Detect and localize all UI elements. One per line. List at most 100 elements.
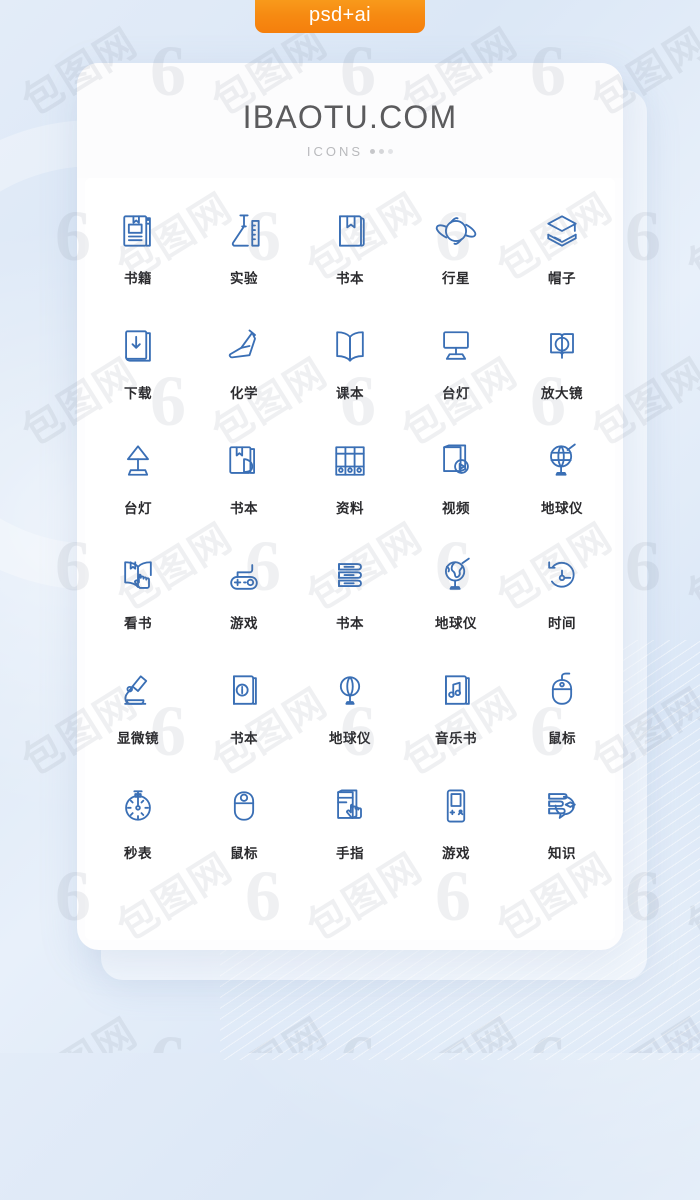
icon-label: 知识 (548, 846, 576, 861)
icon-cell[interactable]: 书本 (191, 430, 297, 545)
format-badge: psd+ai (255, 0, 425, 33)
icon-label: 时间 (548, 616, 576, 631)
stacked-books-icon[interactable] (327, 553, 373, 599)
icon-cell[interactable]: 知识 (509, 775, 615, 890)
icon-label: 台灯 (124, 501, 152, 516)
mouse-scroll-icon[interactable] (539, 668, 585, 714)
icon-label: 视频 (442, 501, 470, 516)
monitor-lamp-icon[interactable] (433, 323, 479, 369)
info-book-icon[interactable] (221, 668, 267, 714)
format-badge-label: psd+ai (309, 4, 371, 26)
stopwatch-icon[interactable] (115, 783, 161, 829)
icon-cell[interactable]: 书籍 (85, 200, 191, 315)
icon-cell[interactable]: 书本 (191, 660, 297, 775)
icon-label: 鼠标 (230, 846, 258, 861)
download-book-icon[interactable] (115, 323, 161, 369)
icon-label: 化学 (230, 386, 258, 401)
magnifier-book-icon[interactable] (539, 323, 585, 369)
icon-cell[interactable]: 地球仪 (403, 545, 509, 660)
icon-cell[interactable]: 视频 (403, 430, 509, 545)
watermark-logo: 6 (530, 1020, 566, 1053)
icon-cell[interactable]: 下载 (85, 315, 191, 430)
gamepad-icon[interactable] (221, 553, 267, 599)
icon-cell[interactable]: 台灯 (403, 315, 509, 430)
subtitle-row: ICONS (77, 144, 623, 159)
globe-stand-icon[interactable] (539, 438, 585, 484)
brand-title: IBAOTU.COM (242, 99, 458, 135)
globe-world-icon[interactable] (433, 553, 479, 599)
book-stack-icon[interactable] (115, 208, 161, 254)
icon-cell[interactable]: 资料 (297, 430, 403, 545)
icon-cell[interactable]: 帽子 (509, 200, 615, 315)
icon-cell[interactable]: 课本 (297, 315, 403, 430)
icon-label: 鼠标 (548, 731, 576, 746)
icon-cell[interactable]: 看书 (85, 545, 191, 660)
icon-cell[interactable]: 书本 (297, 200, 403, 315)
icon-label: 游戏 (230, 616, 258, 631)
chemistry-flask-icon[interactable] (221, 323, 267, 369)
card-header: IBAOTU.COM ICONS (77, 63, 623, 178)
icon-cell[interactable]: 显微镜 (85, 660, 191, 775)
icon-label: 地球仪 (329, 731, 371, 746)
icon-cell[interactable]: 鼠标 (509, 660, 615, 775)
icon-label: 地球仪 (541, 501, 583, 516)
icon-label: 游戏 (442, 846, 470, 861)
globe-simple-icon[interactable] (327, 668, 373, 714)
icon-cell[interactable]: 游戏 (191, 545, 297, 660)
computer-mouse-icon[interactable] (221, 783, 267, 829)
icon-label: 书本 (230, 501, 258, 516)
icon-cell[interactable]: 实验 (191, 200, 297, 315)
icon-label: 书籍 (124, 271, 152, 286)
icon-cell[interactable]: 放大镜 (509, 315, 615, 430)
icon-cell[interactable]: 手指 (297, 775, 403, 890)
planet-icon[interactable] (433, 208, 479, 254)
finger-touch-icon[interactable] (327, 783, 373, 829)
icon-cell[interactable]: 台灯 (85, 430, 191, 545)
icon-label: 音乐书 (435, 731, 477, 746)
icon-label: 课本 (336, 386, 364, 401)
watermark-logo: 6 (150, 1020, 186, 1053)
icon-label: 书本 (230, 731, 258, 746)
icon-label: 行星 (442, 271, 470, 286)
microscope-icon[interactable] (115, 668, 161, 714)
desk-lamp-icon[interactable] (115, 438, 161, 484)
clock-time-icon[interactable] (539, 553, 585, 599)
icon-label: 下载 (124, 386, 152, 401)
flask-experiment-icon[interactable] (221, 208, 267, 254)
bookmark-book-icon[interactable] (327, 208, 373, 254)
icon-cell[interactable]: 地球仪 (509, 430, 615, 545)
open-textbook-icon[interactable] (327, 323, 373, 369)
icon-cell[interactable]: 化学 (191, 315, 297, 430)
graduation-cap-icon[interactable] (539, 208, 585, 254)
icon-cell[interactable]: 音乐书 (403, 660, 509, 775)
watermark-text: 包图网 (680, 515, 700, 620)
icon-cell[interactable]: 行星 (403, 200, 509, 315)
ellipsis-dots-icon (370, 149, 394, 154)
watermark-text: 包图网 (389, 1001, 527, 1053)
book-leaf-icon[interactable] (221, 438, 267, 484)
watermark-text: 包图网 (199, 1001, 337, 1053)
file-binders-icon[interactable] (327, 438, 373, 484)
icon-label: 放大镜 (541, 386, 583, 401)
icon-label: 秒表 (124, 846, 152, 861)
knowledge-bubble-icon[interactable] (539, 783, 585, 829)
music-book-icon[interactable] (433, 668, 479, 714)
icon-cell[interactable]: 秒表 (85, 775, 191, 890)
video-book-icon[interactable] (433, 438, 479, 484)
icon-cell[interactable]: 时间 (509, 545, 615, 660)
reading-hand-icon[interactable] (115, 553, 161, 599)
icon-label: 帽子 (548, 271, 576, 286)
watermark-text: 包图网 (9, 1001, 147, 1053)
icon-cell[interactable]: 鼠标 (191, 775, 297, 890)
watermark-text: 包图网 (680, 845, 700, 950)
icon-cell[interactable]: 书本 (297, 545, 403, 660)
icon-cell[interactable]: 游戏 (403, 775, 509, 890)
subtitle-label: ICONS (306, 144, 364, 159)
icon-cell[interactable]: 地球仪 (297, 660, 403, 775)
icon-label: 书本 (336, 616, 364, 631)
watermark-text: 包图网 (579, 1001, 700, 1053)
handheld-console-icon[interactable] (433, 783, 479, 829)
icon-label: 看书 (124, 616, 152, 631)
icon-grid: 书籍 实验 书本 行星 帽子 下载 化学 课本 台灯 放大镜 台灯 书本 资料 视频 地球仪 看书 游戏 书本 地球… (85, 200, 615, 890)
watermark-text: 包图网 (680, 185, 700, 290)
